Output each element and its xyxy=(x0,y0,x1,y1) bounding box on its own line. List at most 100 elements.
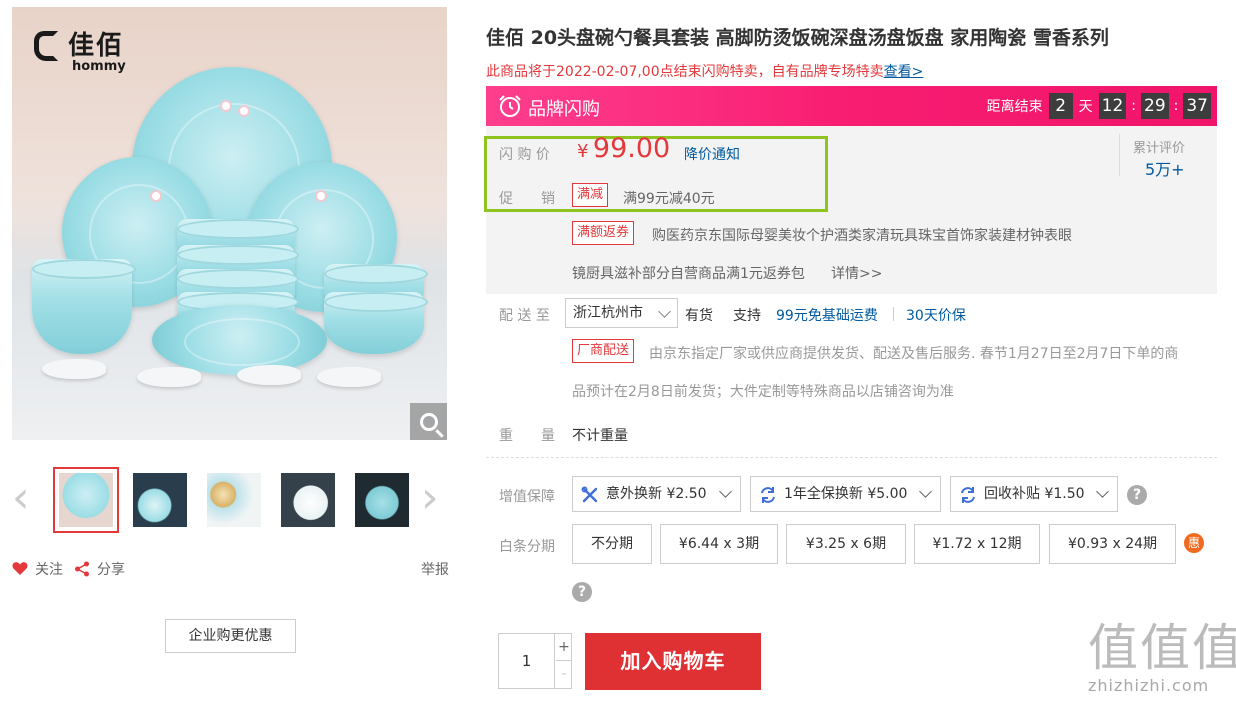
alarm-clock-icon xyxy=(499,95,521,117)
price-alert-link[interactable]: 降价通知 xyxy=(684,144,740,164)
thumbnail-1[interactable] xyxy=(53,467,119,533)
watermark-logo: 值值值 xyxy=(1088,619,1236,677)
spoon xyxy=(137,367,201,387)
installment-option-24[interactable]: ¥0.93 x 24期 xyxy=(1049,524,1176,564)
city-select[interactable]: 浙江杭州市 xyxy=(565,298,678,328)
countdown-hours: 12 xyxy=(1098,93,1127,119)
countdown-minutes: 29 xyxy=(1141,93,1169,119)
service-accident-replace[interactable]: 意外换新 ¥2.50 xyxy=(572,476,741,512)
city-value: 浙江杭州市 xyxy=(573,305,643,321)
quantity-plus-button[interactable]: + xyxy=(556,634,572,661)
notice-text: 此商品将于2022-02-07,00点结束闪购特卖，自有品牌专场特卖 xyxy=(486,64,884,80)
tools-icon xyxy=(581,486,598,503)
support-label: 支持 xyxy=(733,308,761,324)
notice-view-link[interactable]: 查看> xyxy=(884,64,924,80)
review-count-link[interactable]: 5万+ xyxy=(1145,156,1185,180)
promo-text-coupon: 购医药京东国际母婴美妆个护酒类家清玩具珠宝首饰家装建材钟表眼 xyxy=(652,228,1072,244)
vendor-delivery-tag: 厂商配送 xyxy=(572,339,635,363)
blossom-decor xyxy=(240,107,248,115)
installment-option-3[interactable]: ¥6.44 x 3期 xyxy=(660,524,778,564)
brand-name-cn: 佳佰 xyxy=(68,31,125,61)
blossom-decor xyxy=(317,192,325,200)
service-recycle-subsidy[interactable]: 回收补贴 ¥1.50 xyxy=(950,476,1118,512)
bowl xyxy=(32,259,136,354)
promo-text-discount: 满99元减40元 xyxy=(623,191,715,207)
services-label: 增值保障 xyxy=(499,489,555,505)
promo-details-link[interactable]: 详情>> xyxy=(831,263,882,283)
stock-status: 有货 xyxy=(685,308,713,324)
flash-price-label: 闪 购 价 xyxy=(499,147,550,163)
thumb-prev-arrow[interactable]: ‹ xyxy=(12,476,36,522)
brand-mark-icon xyxy=(34,31,58,61)
chevron-down-icon xyxy=(658,305,671,318)
quantity-stepper: 1 + - xyxy=(498,633,572,689)
thumbnail-strip xyxy=(53,467,415,533)
thumbnail-3[interactable] xyxy=(201,467,267,533)
deep-plate xyxy=(152,305,327,375)
share-icon[interactable] xyxy=(74,561,90,577)
countdown-days: 2 xyxy=(1048,93,1073,119)
price-protect-link[interactable]: 30天价保 xyxy=(906,305,966,325)
review-divider xyxy=(1119,134,1120,176)
installment-option-6[interactable]: ¥3.25 x 6期 xyxy=(786,524,906,564)
promo-tag-discount: 满减 xyxy=(572,183,609,207)
follow-link[interactable]: 关注 xyxy=(35,559,63,579)
delivery-desc-2: 品预计在2月8日前发货；大件定制等特殊商品以店铺咨询为准 xyxy=(572,384,954,400)
enterprise-purchase-button[interactable]: 企业购更优惠 xyxy=(165,619,296,653)
installment-label: 白条分期 xyxy=(499,539,555,555)
countdown-label: 距离结束 xyxy=(986,99,1043,115)
services-help-icon[interactable]: ? xyxy=(1127,485,1147,505)
heart-icon[interactable] xyxy=(12,561,28,576)
blossom-decor xyxy=(152,192,160,200)
promo-label: 促 销 xyxy=(499,191,555,207)
product-title: 佳佰 20头盘碗勺餐具套装 高脚防烫饭碗深盘汤盘饭盘 家用陶瓷 雪香系列 xyxy=(486,27,1109,49)
free-shipping-link[interactable]: 99元免基础运费 xyxy=(776,305,878,325)
installment-option-none[interactable]: 不分期 xyxy=(572,524,652,564)
price-value: 99.00 xyxy=(592,133,671,164)
promo-text-coupon-cont: 镜厨具滋补部分自营商品满1元返券包 xyxy=(572,266,805,282)
add-to-cart-button[interactable]: 加入购物车 xyxy=(585,633,761,690)
watermark-domain: zhizhizhi.com xyxy=(1088,676,1210,695)
product-main-image[interactable]: 佳佰 hommy xyxy=(12,7,447,440)
chevron-down-icon xyxy=(1096,485,1109,498)
quantity-input[interactable]: 1 xyxy=(499,634,555,688)
countdown-seconds: 37 xyxy=(1183,93,1211,119)
countdown-colon: : xyxy=(1173,98,1179,114)
weight-label: 重 量 xyxy=(499,428,555,444)
zoom-button[interactable] xyxy=(410,403,447,440)
flash-sale-bar: 品牌闪购 距离结束 2 天 12 : 29 : 37 xyxy=(486,86,1217,126)
thumbnail-2[interactable] xyxy=(127,467,193,533)
chevron-down-icon xyxy=(919,485,932,498)
countdown-day-unit: 天 xyxy=(1078,99,1093,115)
flash-sale-title: 品牌闪购 xyxy=(528,99,600,120)
magnifier-icon xyxy=(419,412,438,431)
thumbnail-4[interactable] xyxy=(275,467,341,533)
service-label: 意外换新 ¥2.50 xyxy=(606,486,707,502)
service-full-replace[interactable]: 1年全保换新 ¥5.00 xyxy=(750,476,941,512)
promo-tag-coupon: 满额返券 xyxy=(572,221,635,245)
flash-price: ¥ 99.00 xyxy=(577,133,670,164)
quantity-minus-button[interactable]: - xyxy=(556,661,572,688)
service-label: 回收补贴 ¥1.50 xyxy=(984,486,1085,502)
flash-sale-notice: 此商品将于2022-02-07,00点结束闪购特卖，自有品牌专场特卖查看> xyxy=(486,61,923,81)
share-link[interactable]: 分享 xyxy=(97,559,125,579)
installment-option-12[interactable]: ¥1.72 x 12期 xyxy=(914,524,1040,564)
delivery-desc-1: 由京东指定厂家或供应商提供发货、配送及售后服务. 春节1月27日至2月7日下单的… xyxy=(649,346,1179,362)
service-label: 1年全保换新 ¥5.00 xyxy=(784,486,908,502)
bowl xyxy=(324,292,428,354)
recycle-icon xyxy=(961,487,975,503)
brand-name-en: hommy xyxy=(72,59,126,74)
spoon xyxy=(42,359,106,379)
report-link[interactable]: 举报 xyxy=(421,559,449,579)
chevron-down-icon xyxy=(719,485,732,498)
blossom-decor xyxy=(222,102,230,110)
installment-help-icon[interactable]: ? xyxy=(572,582,592,602)
discount-badge-icon[interactable]: 惠 xyxy=(1184,533,1204,553)
delivery-label: 配 送 至 xyxy=(499,308,550,324)
countdown-colon: : xyxy=(1131,98,1136,114)
thumb-next-arrow[interactable]: › xyxy=(421,476,445,522)
divider xyxy=(893,307,894,321)
section-divider xyxy=(486,457,1217,458)
countdown-timer: 距离结束 2 天 12 : 29 : 37 xyxy=(987,93,1211,119)
thumbnail-5[interactable] xyxy=(349,467,415,533)
